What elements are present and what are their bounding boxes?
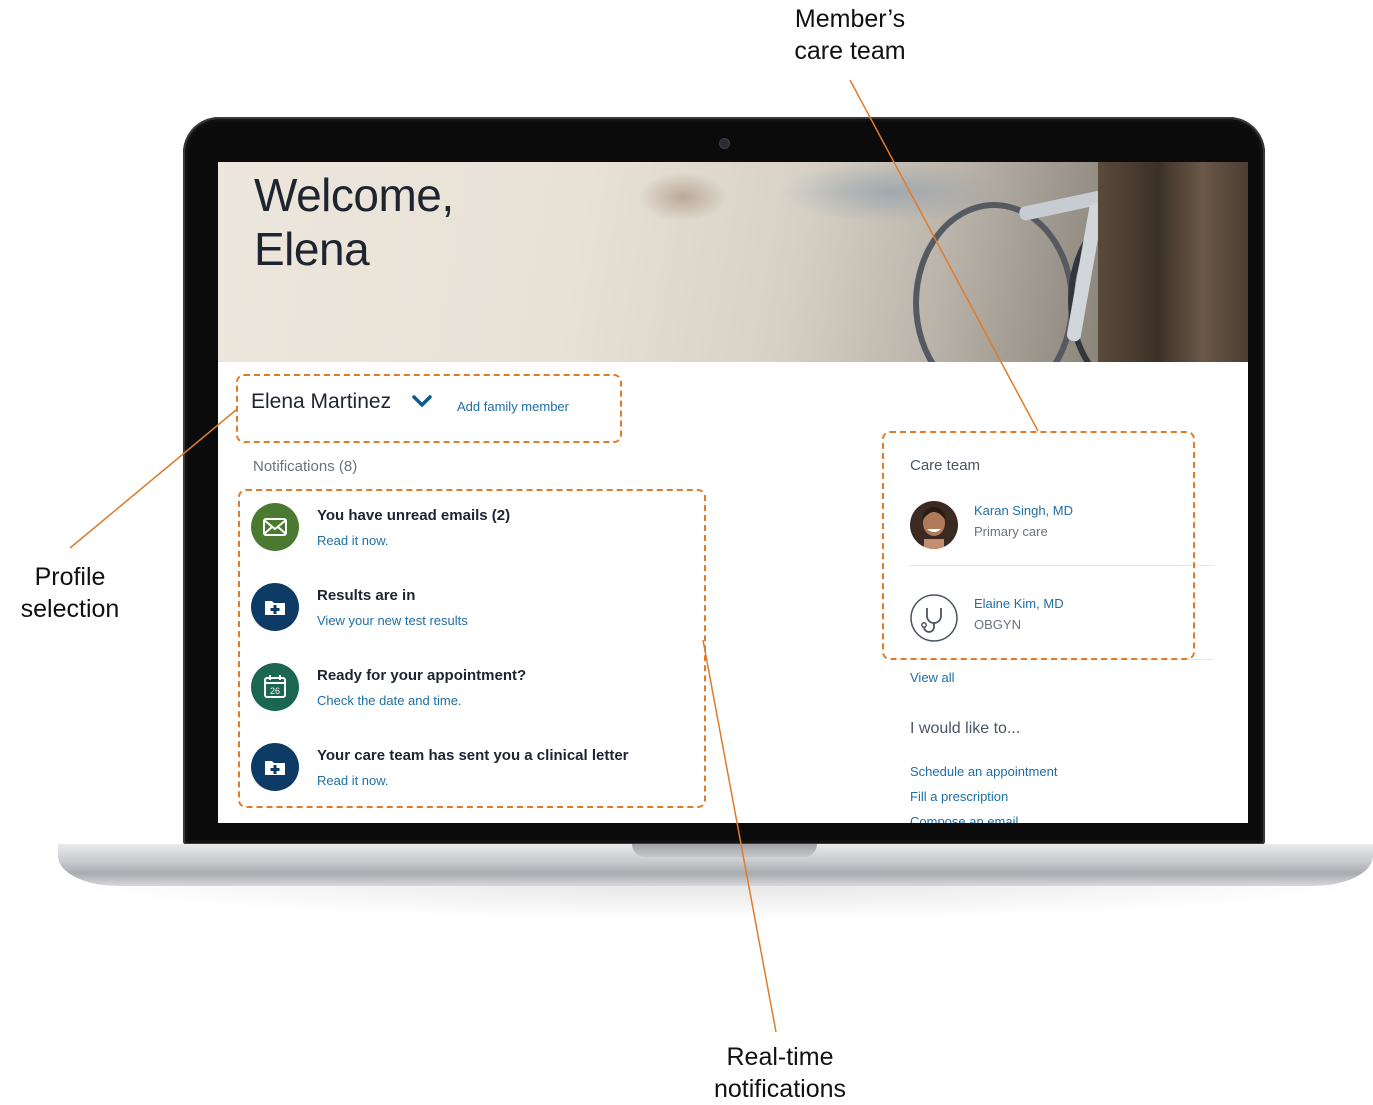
notifications-callout: Real-time notifications: [713, 1043, 847, 1103]
action-compose-email[interactable]: Compose an email: [910, 814, 1018, 823]
care-team-callout: Member’s care team: [794, 5, 906, 65]
welcome-user-name: Elena: [254, 223, 370, 275]
view-all-link[interactable]: View all: [910, 670, 955, 685]
camera-icon: [719, 138, 730, 149]
profile-highlight-box: [236, 374, 622, 443]
care-team-highlight-box: [882, 431, 1195, 660]
notifications-header: Notifications (8): [253, 458, 358, 475]
welcome-line: Welcome,: [254, 169, 454, 221]
welcome-heading: Welcome, Elena: [254, 168, 454, 276]
laptop-shadow: [60, 884, 1373, 920]
bicycle-wheel: [913, 202, 1075, 362]
notifications-highlight-box: [238, 489, 706, 808]
actions-header: I would like to...: [910, 720, 1021, 737]
hero-banner: Welcome, Elena: [218, 162, 1248, 362]
action-schedule-appointment[interactable]: Schedule an appointment: [910, 764, 1057, 779]
laptop-notch: [632, 844, 817, 857]
action-fill-prescription[interactable]: Fill a prescription: [910, 789, 1008, 804]
profile-callout: Profile selection: [20, 563, 120, 623]
tree-trunk: [1098, 162, 1248, 362]
